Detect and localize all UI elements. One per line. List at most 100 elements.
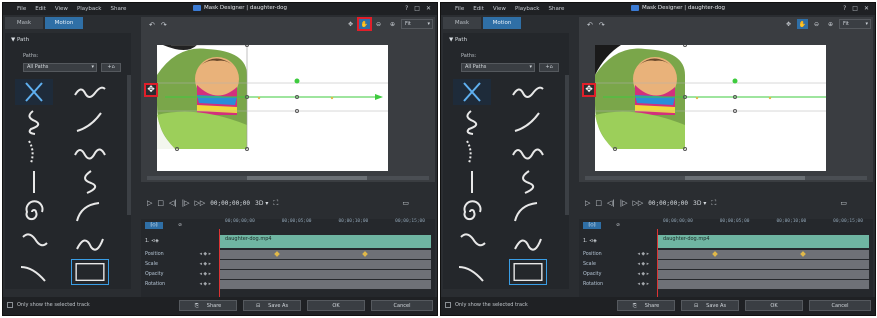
- keyframe-nav[interactable]: ◂ ◆ ▸: [637, 262, 649, 267]
- menu-file[interactable]: File: [17, 6, 26, 12]
- help-button[interactable]: ?: [405, 5, 408, 12]
- panel-scrollbar[interactable]: [565, 75, 569, 215]
- track-bar[interactable]: [219, 259, 431, 269]
- track-opacity[interactable]: Opacity ◂ ◆ ▸: [141, 269, 435, 279]
- keyframe-nav[interactable]: ◂ ◆ ▸: [199, 272, 211, 277]
- zoom-in-button[interactable]: ⊕: [825, 19, 836, 29]
- help-button[interactable]: ?: [843, 5, 846, 12]
- track-scale[interactable]: Scale ◂ ◆ ▸: [141, 259, 435, 269]
- path-zigzag-icon[interactable]: [71, 139, 109, 165]
- path-wave-icon[interactable]: [509, 79, 547, 105]
- maximize-button[interactable]: □: [852, 5, 858, 12]
- keyframe-marker[interactable]: [362, 250, 368, 257]
- zoom-fit-select[interactable]: Fit ▾: [839, 19, 871, 29]
- fullscreen-icon[interactable]: ⛶: [273, 199, 278, 208]
- hand-tool-button[interactable]: ✋: [357, 17, 372, 31]
- preview-hscrollbar[interactable]: [585, 176, 867, 180]
- track-position[interactable]: Position ◂ ◆ ▸: [579, 249, 873, 259]
- track-position[interactable]: Position ◂ ◆ ▸: [141, 249, 435, 259]
- path-section-title[interactable]: ▼ Path: [11, 37, 29, 43]
- path-slide-icon[interactable]: [15, 259, 53, 285]
- 3d-mode-select[interactable]: 3D ▾: [255, 200, 268, 207]
- next-frame-button[interactable]: |▷: [620, 199, 628, 207]
- paths-select[interactable]: All Paths ▾: [23, 63, 97, 72]
- path-curve-icon[interactable]: [509, 109, 547, 135]
- keyframe-nav[interactable]: ◂ ◆ ▸: [637, 272, 649, 277]
- menu-playback[interactable]: Playback: [77, 6, 102, 12]
- paths-select[interactable]: All Paths ▾: [461, 63, 535, 72]
- keyframe-marker[interactable]: [800, 250, 806, 257]
- redo-button[interactable]: ↷: [161, 21, 167, 29]
- path-dotted-icon[interactable]: [15, 139, 53, 165]
- fast-forward-button[interactable]: ▷▷: [633, 199, 644, 207]
- clip-track[interactable]: 1. ⊲◈ daughter-dog.mp4: [141, 233, 435, 249]
- path-slide-icon[interactable]: [453, 259, 491, 285]
- playhead[interactable]: [219, 229, 220, 297]
- path-spiral-icon[interactable]: [15, 199, 53, 225]
- path-s-curve-icon[interactable]: [453, 229, 491, 255]
- mask-canvas[interactable]: [595, 45, 826, 171]
- prev-frame-button[interactable]: ◁|: [169, 199, 177, 207]
- hand-tool-button[interactable]: ✋: [797, 19, 808, 29]
- track-bar[interactable]: [657, 259, 869, 269]
- path-rectangle-icon[interactable]: [509, 259, 547, 285]
- play-button[interactable]: ▷: [585, 199, 590, 207]
- save-as-button[interactable]: ⊟ Save As: [681, 300, 739, 311]
- track-bar[interactable]: [657, 279, 869, 289]
- path-curve-icon[interactable]: [71, 109, 109, 135]
- move-mask-button[interactable]: ✥: [582, 83, 596, 97]
- path-squiggle-icon[interactable]: [453, 109, 491, 135]
- path-none-icon[interactable]: [453, 79, 491, 105]
- path-hook-icon[interactable]: [509, 169, 547, 195]
- stop-button[interactable]: □: [595, 199, 602, 207]
- select-tool-button[interactable]: ✥: [345, 19, 356, 29]
- keyframe-marker[interactable]: [712, 250, 718, 257]
- mask-canvas[interactable]: [157, 45, 388, 171]
- prev-frame-button[interactable]: ◁|: [607, 199, 615, 207]
- path-zigzag-icon[interactable]: [509, 139, 547, 165]
- screen-icon[interactable]: ▭: [840, 199, 847, 207]
- keyframe-tool-button[interactable]: [◇]: [583, 222, 601, 229]
- clip-track[interactable]: 1. ⊲◈ daughter-dog.mp4: [579, 233, 873, 249]
- close-button[interactable]: ✕: [864, 5, 869, 12]
- path-hook-icon[interactable]: [71, 169, 109, 195]
- menu-edit[interactable]: Edit: [473, 6, 484, 12]
- next-frame-button[interactable]: |▷: [182, 199, 190, 207]
- zoom-out-button[interactable]: ⊖: [373, 19, 384, 29]
- keyframe-nav[interactable]: ◂ ◆ ▸: [199, 262, 211, 267]
- 3d-mode-select[interactable]: 3D ▾: [693, 200, 706, 207]
- path-arc-icon[interactable]: [71, 199, 109, 225]
- menu-view[interactable]: View: [55, 6, 68, 12]
- panel-scrollbar[interactable]: [127, 75, 131, 215]
- track-bar[interactable]: [657, 249, 869, 259]
- path-spiral-icon[interactable]: [453, 199, 491, 225]
- track-bar[interactable]: [219, 249, 431, 259]
- fast-forward-button[interactable]: ▷▷: [195, 199, 206, 207]
- track-bar[interactable]: [219, 269, 431, 279]
- disable-tool-button[interactable]: ⊘: [171, 222, 189, 229]
- preview-hscrollbar[interactable]: [147, 176, 429, 180]
- tab-motion[interactable]: Motion: [45, 17, 83, 29]
- move-mask-button[interactable]: ✥: [144, 83, 158, 97]
- select-tool-button[interactable]: ✥: [783, 19, 794, 29]
- share-button[interactable]: ⎘ Share: [617, 300, 675, 311]
- path-none-icon[interactable]: [15, 79, 53, 105]
- path-s-curve-icon[interactable]: [15, 229, 53, 255]
- track-rotation[interactable]: Rotation ◂ ◆ ▸: [141, 279, 435, 289]
- track-scale[interactable]: Scale ◂ ◆ ▸: [579, 259, 873, 269]
- keyframe-nav[interactable]: ◂ ◆ ▸: [199, 282, 211, 287]
- save-as-button[interactable]: ⊟ Save As: [243, 300, 301, 311]
- path-line-icon[interactable]: [453, 169, 491, 195]
- undo-button[interactable]: ↶: [149, 21, 155, 29]
- redo-button[interactable]: ↷: [599, 21, 605, 29]
- zoom-in-button[interactable]: ⊕: [387, 19, 398, 29]
- menu-file[interactable]: File: [455, 6, 464, 12]
- track-opacity[interactable]: Opacity ◂ ◆ ▸: [579, 269, 873, 279]
- cancel-button[interactable]: Cancel: [371, 300, 433, 311]
- ok-button[interactable]: OK: [307, 300, 365, 311]
- play-button[interactable]: ▷: [147, 199, 152, 207]
- path-wave-icon[interactable]: [71, 79, 109, 105]
- path-bounce-icon[interactable]: [71, 229, 109, 255]
- close-button[interactable]: ✕: [426, 5, 431, 12]
- only-show-selected-checkbox[interactable]: [445, 302, 451, 308]
